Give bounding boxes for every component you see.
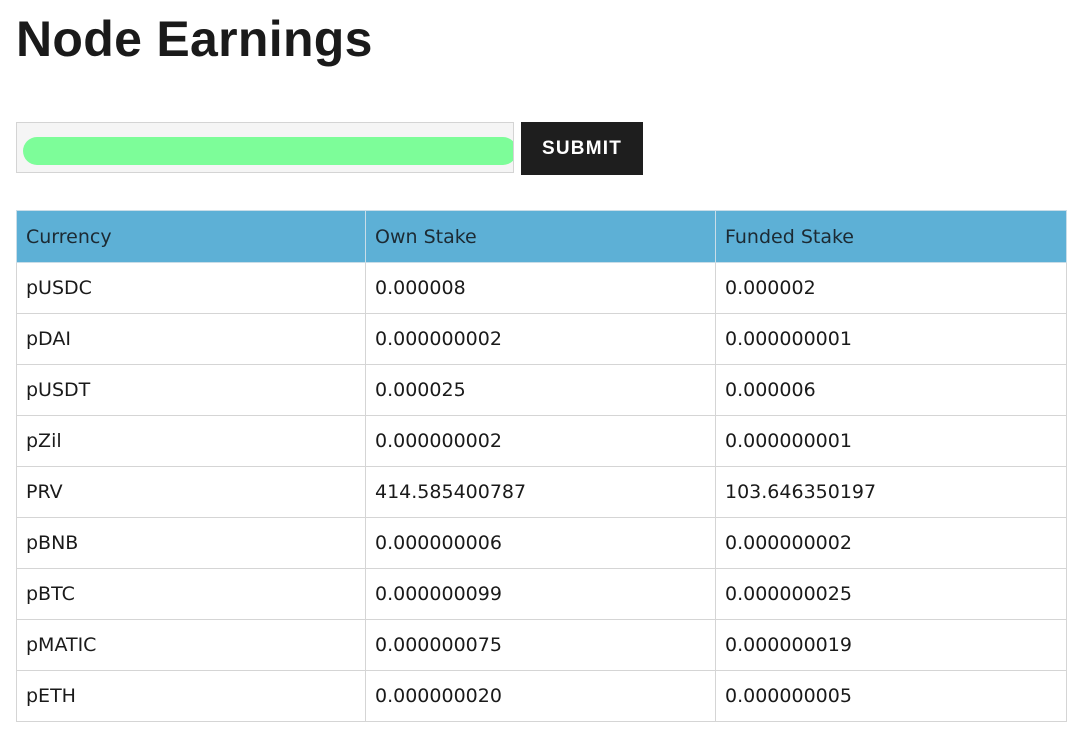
funded-stake-cell: 0.000000005 [715,670,1067,722]
currency-cell: pBTC [16,568,366,620]
funded-stake-cell: 103.646350197 [715,466,1067,518]
earnings-table: Currency Own Stake Funded Stake pUSDC 0.… [16,210,1067,722]
currency-cell: pUSDT [16,364,366,416]
own-stake-cell: 0.000000006 [365,517,716,569]
table-row: pUSDT 0.000025 0.000006 [16,364,1067,416]
funded-stake-cell: 0.000006 [715,364,1067,416]
currency-cell: pUSDC [16,262,366,314]
own-stake-cell: 0.000008 [365,262,716,314]
currency-cell: pZil [16,415,366,467]
own-stake-cell: 0.000000002 [365,415,716,467]
page-title: Node Earnings [16,11,373,67]
own-stake-cell: 0.000000075 [365,619,716,671]
currency-cell: pDAI [16,313,366,365]
own-stake-cell: 414.585400787 [365,466,716,518]
table-row: pZil 0.000000002 0.000000001 [16,415,1067,467]
table-row: pETH 0.000000020 0.000000005 [16,670,1067,722]
currency-cell: pBNB [16,517,366,569]
own-stake-cell: 0.000000020 [365,670,716,722]
table-row: pBTC 0.000000099 0.000000025 [16,568,1067,620]
own-stake-cell: 0.000000002 [365,313,716,365]
funded-stake-cell: 0.000000001 [715,415,1067,467]
table-row: PRV 414.585400787 103.646350197 [16,466,1067,518]
table-header-row: Currency Own Stake Funded Stake [16,210,1067,263]
address-input[interactable] [17,123,513,172]
own-stake-cell: 0.000000099 [365,568,716,620]
column-header-currency: Currency [16,210,366,263]
currency-cell: PRV [16,466,366,518]
funded-stake-cell: 0.000000002 [715,517,1067,569]
table-row: pMATIC 0.000000075 0.000000019 [16,619,1067,671]
table-row: pUSDC 0.000008 0.000002 [16,262,1067,314]
table-row: pBNB 0.000000006 0.000000002 [16,517,1067,569]
address-input-wrapper[interactable] [16,122,514,173]
funded-stake-cell: 0.000000001 [715,313,1067,365]
column-header-funded-stake: Funded Stake [715,210,1067,263]
funded-stake-cell: 0.000002 [715,262,1067,314]
submit-button[interactable]: SUBMIT [521,122,643,175]
table-row: pDAI 0.000000002 0.000000001 [16,313,1067,365]
column-header-own-stake: Own Stake [365,210,716,263]
currency-cell: pMATIC [16,619,366,671]
currency-cell: pETH [16,670,366,722]
own-stake-cell: 0.000025 [365,364,716,416]
node-search-form: SUBMIT [16,122,643,175]
funded-stake-cell: 0.000000025 [715,568,1067,620]
funded-stake-cell: 0.000000019 [715,619,1067,671]
